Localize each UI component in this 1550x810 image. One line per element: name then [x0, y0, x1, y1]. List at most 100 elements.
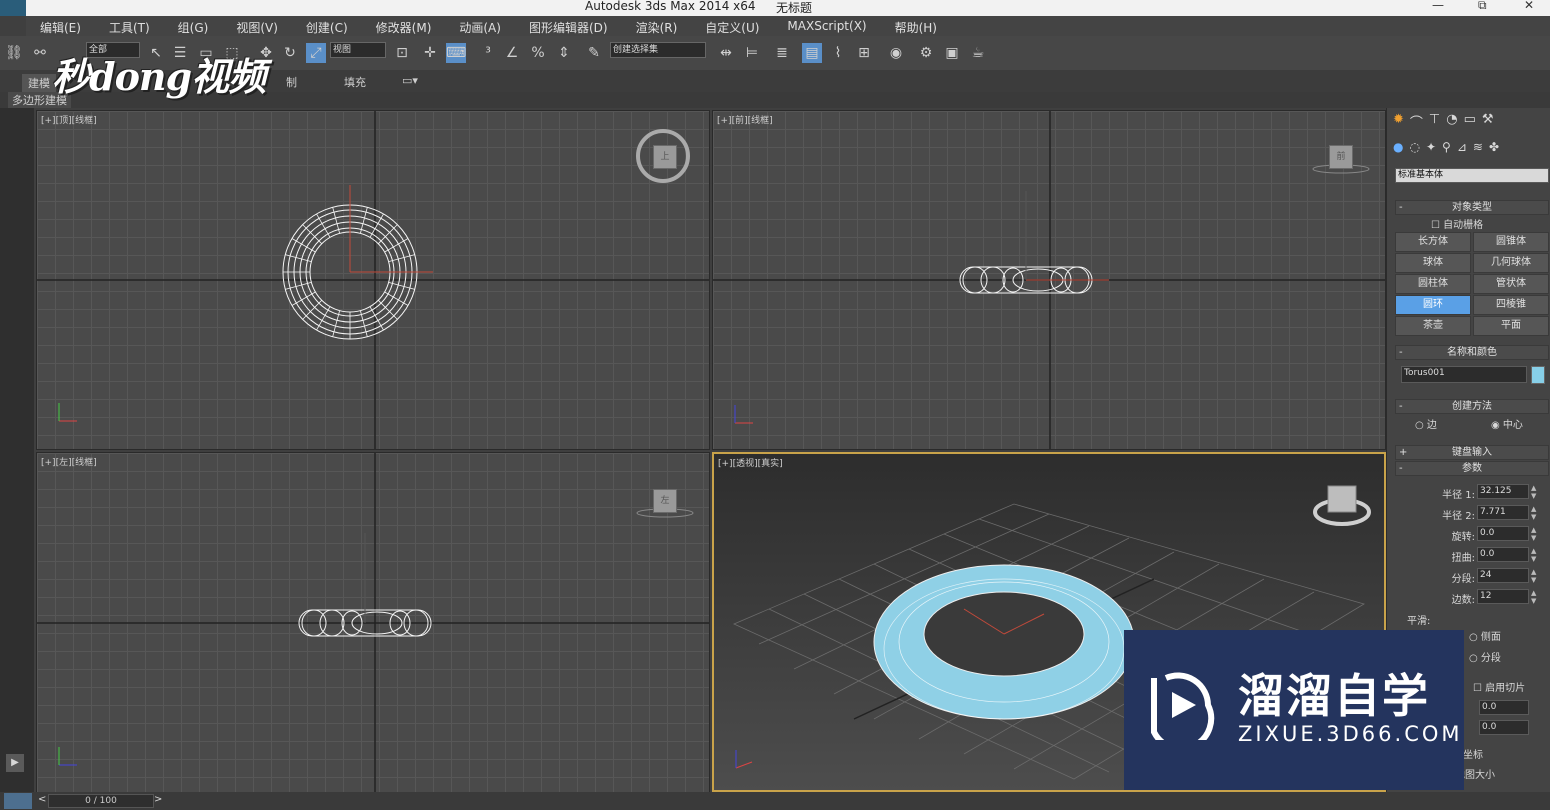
- close-button[interactable]: ✕: [1524, 0, 1534, 12]
- menu-rendering[interactable]: 渲染(R): [622, 16, 692, 36]
- ribbon-options-icon[interactable]: ▭▾: [402, 74, 418, 87]
- slice-from-field[interactable]: 0.0: [1479, 700, 1529, 715]
- category-dropdown[interactable]: 标准基本体: [1395, 168, 1549, 183]
- curve-editor-icon[interactable]: ⌇: [828, 43, 848, 63]
- modify-tab-icon[interactable]: ⌒: [1410, 112, 1423, 131]
- ribbon-toggle-icon[interactable]: ▤: [802, 43, 822, 63]
- menu-animation[interactable]: 动画(A): [445, 16, 515, 36]
- geometry-icon[interactable]: ●: [1393, 140, 1403, 158]
- prev-frame-icon[interactable]: <: [38, 794, 46, 805]
- named-selection-dropdown[interactable]: 创建选择集: [610, 42, 706, 58]
- viewcube-front[interactable]: 前: [1329, 145, 1353, 169]
- link-icon[interactable]: ⛓: [4, 43, 24, 63]
- render-frame-icon[interactable]: ▣: [942, 43, 962, 63]
- render-production-icon[interactable]: ☕: [968, 43, 988, 63]
- tab-freeform[interactable]: 制: [286, 74, 297, 90]
- sphere-button[interactable]: 球体: [1395, 253, 1471, 273]
- radius2-spinner[interactable]: ▲ ▼: [1531, 505, 1536, 521]
- menu-views[interactable]: 视图(V): [222, 16, 292, 36]
- spinner-snap-icon[interactable]: ⇕: [554, 43, 574, 63]
- slice-to-field[interactable]: 0.0: [1479, 720, 1529, 735]
- menu-graph-editors[interactable]: 图形编辑器(D): [515, 16, 622, 36]
- object-type-rollout[interactable]: - 对象类型: [1395, 200, 1549, 215]
- snaps-toggle-icon[interactable]: ³: [478, 43, 498, 63]
- time-slider[interactable]: 0 / 100: [48, 794, 154, 808]
- minimize-button[interactable]: —: [1432, 0, 1444, 12]
- geosphere-button[interactable]: 几何球体: [1473, 253, 1549, 273]
- percent-snap-icon[interactable]: %: [528, 43, 548, 63]
- keyboard-shortcut-icon[interactable]: ⌨: [446, 43, 466, 63]
- tab-modeling[interactable]: 建模: [22, 74, 56, 92]
- viewport-layout-icon[interactable]: [4, 793, 32, 809]
- method-edge-radio[interactable]: ○ 边: [1415, 416, 1437, 431]
- smooth-segments-radio[interactable]: ○ 分段: [1469, 649, 1501, 664]
- radius1-field[interactable]: 32.125: [1477, 484, 1529, 499]
- display-tab-icon[interactable]: ▭: [1464, 112, 1476, 130]
- angle-snap-icon[interactable]: ∠: [502, 43, 522, 63]
- autogrid-checkbox[interactable]: ☐ 自动栅格: [1431, 216, 1483, 231]
- reference-coordinate-dropdown[interactable]: 视图: [330, 42, 386, 58]
- segments-field[interactable]: 24: [1477, 568, 1529, 583]
- material-editor-icon[interactable]: ◉: [886, 43, 906, 63]
- viewport-top[interactable]: [+][顶][线框] 上: [36, 110, 710, 450]
- teapot-button[interactable]: 茶壶: [1395, 316, 1471, 336]
- menu-create[interactable]: 创建(C): [292, 16, 362, 36]
- render-setup-icon[interactable]: ⚙: [916, 43, 936, 63]
- layer-manager-icon[interactable]: ≣: [772, 43, 792, 63]
- keyboard-entry-rollout[interactable]: + 键盘输入: [1395, 445, 1549, 460]
- rotation-field[interactable]: 0.0: [1477, 526, 1529, 541]
- spacewarps-icon[interactable]: ≋: [1473, 140, 1483, 158]
- plane-button[interactable]: 平面: [1473, 316, 1549, 336]
- cone-button[interactable]: 圆锥体: [1473, 232, 1549, 252]
- mirror-icon[interactable]: ⇹: [716, 43, 736, 63]
- viewcube-left[interactable]: 左: [653, 489, 677, 513]
- menu-maxscript[interactable]: MAXScript(X): [773, 16, 880, 36]
- viewport-left[interactable]: [+][左][线框] 左: [36, 452, 710, 794]
- object-name-field[interactable]: Torus001: [1401, 366, 1527, 383]
- motion-tab-icon[interactable]: ◔: [1446, 112, 1457, 130]
- radius1-spinner[interactable]: ▲ ▼: [1531, 484, 1536, 500]
- hierarchy-tab-icon[interactable]: ⊤: [1429, 112, 1440, 130]
- shapes-icon[interactable]: ◌: [1409, 140, 1419, 158]
- smooth-sides-radio[interactable]: ○ 侧面: [1469, 628, 1501, 643]
- play-icon[interactable]: ▶: [6, 754, 24, 772]
- parameters-rollout[interactable]: - 参数: [1395, 461, 1549, 476]
- pivot-icon[interactable]: ⊡: [392, 43, 412, 63]
- method-center-radio[interactable]: ◉ 中心: [1491, 416, 1523, 431]
- torus-button[interactable]: 圆环: [1395, 295, 1471, 315]
- menu-help[interactable]: 帮助(H): [881, 16, 951, 36]
- viewcube-top[interactable]: 上: [653, 145, 677, 169]
- tab-populate[interactable]: 填充: [344, 74, 366, 90]
- utilities-tab-icon[interactable]: ⚒: [1482, 112, 1494, 130]
- menu-tools[interactable]: 工具(T): [95, 16, 164, 36]
- systems-icon[interactable]: ✤: [1489, 140, 1499, 158]
- menu-edit[interactable]: 编辑(E): [26, 16, 95, 36]
- viewport-front[interactable]: [+][前][线框] 前: [712, 110, 1386, 450]
- unlink-icon[interactable]: ⚯: [30, 43, 50, 63]
- menu-customize[interactable]: 自定义(U): [691, 16, 773, 36]
- slice-on-checkbox[interactable]: ☐ 启用切片: [1473, 679, 1525, 694]
- tube-button[interactable]: 管状体: [1473, 274, 1549, 294]
- next-frame-icon[interactable]: >: [154, 794, 162, 805]
- schematic-view-icon[interactable]: ⊞: [854, 43, 874, 63]
- sides-field[interactable]: 12: [1477, 589, 1529, 604]
- helpers-icon[interactable]: ⊿: [1457, 140, 1467, 158]
- rotation-spinner[interactable]: ▲ ▼: [1531, 526, 1536, 542]
- twist-field[interactable]: 0.0: [1477, 547, 1529, 562]
- name-color-rollout[interactable]: - 名称和颜色: [1395, 345, 1549, 360]
- creation-method-rollout[interactable]: - 创建方法: [1395, 399, 1549, 414]
- gen-coords-label[interactable]: 坐标: [1463, 746, 1483, 761]
- create-tab-icon[interactable]: ✹: [1393, 112, 1404, 130]
- sides-spinner[interactable]: ▲ ▼: [1531, 589, 1536, 605]
- select-scale-icon[interactable]: ⤢: [306, 43, 326, 63]
- cameras-icon[interactable]: ⚲: [1442, 140, 1451, 158]
- edit-named-selection-icon[interactable]: ✎: [584, 43, 604, 63]
- twist-spinner[interactable]: ▲ ▼: [1531, 547, 1536, 563]
- pyramid-button[interactable]: 四棱锥: [1473, 295, 1549, 315]
- lights-icon[interactable]: ✦: [1426, 140, 1436, 158]
- restore-button[interactable]: ⧉: [1478, 0, 1487, 13]
- manipulate-icon[interactable]: ✛: [420, 43, 440, 63]
- menu-modifiers[interactable]: 修改器(M): [362, 16, 446, 36]
- app-logo-icon[interactable]: [0, 0, 26, 16]
- cylinder-button[interactable]: 圆柱体: [1395, 274, 1471, 294]
